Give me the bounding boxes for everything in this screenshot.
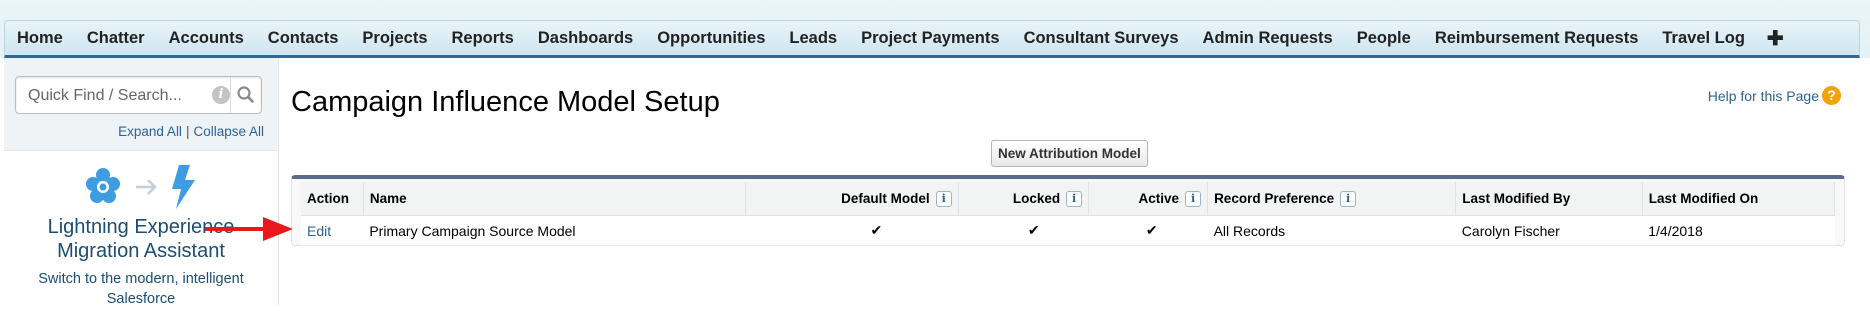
tab-opportunities[interactable]: Opportunities (645, 29, 777, 48)
header-active-label: Active (1138, 190, 1180, 206)
lightning-migration-graphic (82, 163, 212, 211)
lex-desc-line2: Salesforce (106, 291, 176, 307)
header-active: Active i (1088, 182, 1209, 216)
tab-travel-log[interactable]: Travel Log (1650, 29, 1757, 48)
header-action: Action (301, 182, 364, 216)
search-icon[interactable] (230, 77, 261, 113)
header-name: Name (363, 182, 746, 216)
model-name: Primary Campaign Source Model (363, 215, 746, 246)
edit-link-label[interactable]: Edit (307, 223, 331, 239)
expand-all-link[interactable]: Expand All (118, 124, 182, 139)
tab-reports[interactable]: Reports (440, 29, 526, 48)
help-question-icon[interactable]: ? (1822, 86, 1841, 105)
tab-bar: Home Chatter Accounts Contacts Projects … (4, 20, 1860, 58)
edit-link[interactable]: Edit (301, 215, 364, 246)
info-icon[interactable]: i (935, 190, 952, 207)
tab-home[interactable]: Home (5, 29, 75, 48)
info-icon[interactable]: i (1340, 190, 1357, 207)
tab-reimbursement-requests[interactable]: Reimbursement Requests (1423, 29, 1651, 48)
lightning-migration-description: Switch to the modern, intelligent Salesf… (4, 269, 278, 309)
page-title: Campaign Influence Model Setup (291, 86, 720, 118)
lex-desc-line1: Switch to the modern, intelligent (38, 271, 244, 287)
locked-checkmark-icon: ✔ (958, 215, 1089, 246)
tab-consultant-surveys[interactable]: Consultant Surveys (1012, 29, 1191, 48)
header-default-model: Default Model i (745, 182, 959, 216)
table-row: Edit Primary Campaign Source Model ✔ ✔ ✔… (301, 215, 1835, 246)
header-record-preference-label: Record Preference (1214, 190, 1335, 206)
tab-dashboards[interactable]: Dashboards (526, 29, 645, 48)
header-locked: Locked i (958, 182, 1090, 216)
sidebar: i Expand All|Collapse All (4, 58, 279, 311)
collapse-all-link[interactable]: Collapse All (193, 124, 264, 139)
quick-find-box: i (15, 76, 262, 115)
tab-admin-requests[interactable]: Admin Requests (1191, 29, 1345, 48)
tab-people[interactable]: People (1345, 29, 1423, 48)
flower-icon (86, 168, 120, 203)
classic-to-lightning-icon (86, 165, 195, 209)
tab-chatter[interactable]: Chatter (75, 29, 157, 48)
header-last-modified-on: Last Modified On (1642, 182, 1836, 216)
arrow-right-icon (136, 179, 157, 195)
info-icon[interactable]: i (212, 86, 230, 104)
attribution-models-table: Action Name Default Model i Locked i Activ… (301, 182, 1836, 246)
tab-leads[interactable]: Leads (777, 29, 849, 48)
new-attribution-model-button[interactable]: New Attribution Model (991, 140, 1148, 167)
tab-projects[interactable]: Projects (350, 29, 439, 48)
info-icon[interactable]: i (1066, 190, 1083, 207)
header-record-preference: Record Preference i (1207, 182, 1457, 216)
header-default-model-label: Default Model (841, 190, 930, 206)
tab-project-payments[interactable]: Project Payments (849, 29, 1011, 48)
last-modified-by-value[interactable]: Carolyn Fischer (1455, 215, 1643, 246)
info-icon[interactable]: i (1185, 190, 1202, 207)
top-bar: Home Chatter Accounts Contacts Projects … (0, 0, 1870, 58)
help-for-this-page-link[interactable]: Help for this Page (1708, 88, 1819, 104)
active-checkmark-icon: ✔ (1088, 215, 1208, 246)
link-separator: | (185, 124, 190, 139)
all-tabs-plus-icon[interactable]: ✚ (1757, 26, 1794, 51)
tab-accounts[interactable]: Accounts (157, 29, 256, 48)
header-last-modified-by: Last Modified By (1455, 182, 1643, 216)
lightning-bolt-icon (172, 165, 195, 209)
default-model-checkmark-icon: ✔ (745, 215, 959, 246)
last-modified-on-value: 1/4/2018 (1642, 215, 1835, 246)
red-arrow-annotation (205, 217, 293, 241)
table-header-row: Action Name Default Model i Locked i Activ… (301, 182, 1836, 216)
expand-collapse-links: Expand All | Collapse All (4, 124, 264, 139)
attribution-models-table-container: Action Name Default Model i Locked i Activ… (291, 175, 1845, 246)
record-preference-value: All Records (1207, 215, 1456, 246)
tab-contacts[interactable]: Contacts (256, 29, 351, 48)
header-locked-label: Locked (1012, 190, 1061, 206)
quick-find-input[interactable] (16, 77, 220, 115)
